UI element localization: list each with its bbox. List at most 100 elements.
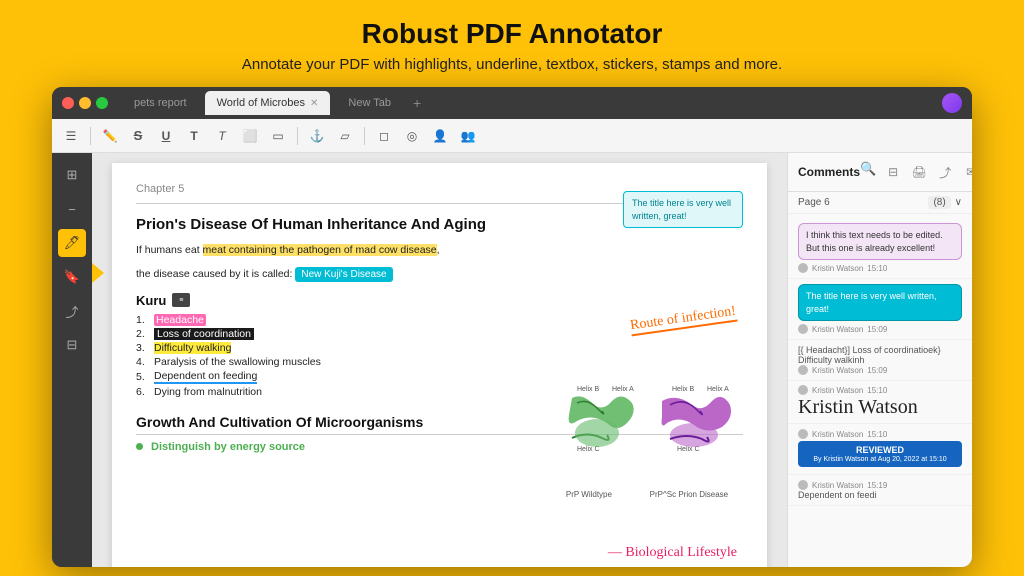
panel-icon4[interactable]: ✉ xyxy=(960,161,972,183)
close-button[interactable] xyxy=(62,97,74,109)
sidebar-pages-icon[interactable]: ⊞ xyxy=(58,161,86,189)
panel-icon3[interactable]: ⤴ xyxy=(934,161,956,183)
comments-header: Comments 🔍 ⊟ 🖨 ⤴ ✉ xyxy=(788,153,972,192)
toolbar-text2-icon[interactable]: T xyxy=(211,125,233,147)
comment-dep: Kristin Watson 15:19 Dependent on feedi xyxy=(788,475,972,506)
tab-close-icon[interactable]: ✕ xyxy=(310,98,318,109)
comment-text-3: [{ Headacht}] Loss of coordinatioek} Dif… xyxy=(798,345,962,365)
feeding-highlight: Dependent on feeding xyxy=(154,370,257,384)
chevron-icon[interactable]: ∨ xyxy=(955,197,962,208)
kuru-icon: ≡ xyxy=(172,293,190,307)
toolbar-list-icon[interactable]: ☰ xyxy=(60,125,82,147)
panel-icons: ⊟ 🖨 ⤴ ✉ xyxy=(882,161,972,183)
highlight-meat: meat containing the pathogen of mad cow … xyxy=(203,244,437,256)
caption-wildtype: PrP Wildtype xyxy=(566,490,612,499)
tab-new-tab[interactable]: New Tab xyxy=(336,91,403,115)
comment-meta-3: Kristin Watson 15:09 xyxy=(798,365,962,375)
sep1 xyxy=(90,127,91,145)
new-kuji-highlight: New Kuji's Disease xyxy=(295,267,392,282)
comment-reviewed: Kristin Watson 15:10 REVIEWED By Kristin… xyxy=(788,424,972,475)
toolbar-anchor-icon[interactable]: ⚓ xyxy=(306,125,328,147)
tab-label: World of Microbes xyxy=(217,97,305,109)
biological-annotation: — Biological Lifestyle xyxy=(608,545,737,561)
hero-title: Robust PDF Annotator xyxy=(362,18,663,50)
sep3 xyxy=(364,127,365,145)
tab-label: New Tab xyxy=(348,97,391,109)
comments-search-button[interactable]: 🔍 xyxy=(860,161,876,183)
comments-list[interactable]: I think this text needs to be edited. Bu… xyxy=(788,214,972,567)
page-indicator: Page 6 (8) ∨ xyxy=(788,192,972,214)
comment-meta-reviewed: Kristin Watson 15:10 xyxy=(798,429,962,439)
comment-meta-2: Kristin Watson 15:09 xyxy=(798,324,962,334)
pdf-body2: the disease caused by it is called: New … xyxy=(136,267,743,283)
toolbar-person-icon[interactable]: 👤 xyxy=(429,125,451,147)
app-window: pets report World of Microbes ✕ New Tab … xyxy=(52,87,972,567)
sidebar-bookmark-icon[interactable]: 🔖 xyxy=(58,263,86,291)
avatar-reviewed xyxy=(798,429,808,439)
toolbar-highlight-icon[interactable]: ◻ xyxy=(373,125,395,147)
headache-highlight: Headache xyxy=(154,314,206,326)
sidebar-minus-icon[interactable]: − xyxy=(58,195,86,223)
maximize-button[interactable] xyxy=(96,97,108,109)
textbox-annotation: The title here is very well written, gre… xyxy=(623,191,743,228)
page-label: Page 6 xyxy=(798,197,830,208)
tab-world-of-microbes[interactable]: World of Microbes ✕ xyxy=(205,91,331,115)
hero-subtitle: Annotate your PDF with highlights, under… xyxy=(242,56,782,73)
toolbar-shape-icon[interactable]: ▱ xyxy=(334,125,356,147)
user-avatar xyxy=(942,93,962,113)
panel-icon2[interactable]: 🖨 xyxy=(908,161,930,183)
toolbar-strikethrough-icon[interactable]: S xyxy=(127,125,149,147)
avatar-3 xyxy=(798,365,808,375)
distinguish-text: Distinguish by energy source xyxy=(151,441,305,453)
comment-count: (8) xyxy=(928,196,950,209)
reviewed-badge: REVIEWED By Kristin Watson at Aug 20, 20… xyxy=(798,441,962,467)
toolbar-circle-icon[interactable]: ◎ xyxy=(401,125,423,147)
avatar-sig xyxy=(798,385,808,395)
panel-icon1[interactable]: ⊟ xyxy=(882,161,904,183)
sep2 xyxy=(297,127,298,145)
toolbar-underline-icon[interactable]: U xyxy=(155,125,177,147)
comment-signature: Kristin Watson 15:10 Kristin Watson xyxy=(788,381,972,424)
list-item-4: 4. Paralysis of the swallowing muscles xyxy=(136,356,743,368)
toolbar-pencil-icon[interactable]: ✏️ xyxy=(99,125,121,147)
svg-text:Helix B: Helix B xyxy=(672,386,695,393)
new-tab-button[interactable]: + xyxy=(413,95,421,111)
comments-panel: Comments 🔍 ⊟ 🖨 ⤴ ✉ Page 6 (8) ∨ xyxy=(787,153,972,567)
left-sidebar: ⊞ − 🖊 🔖 ⤴ ⊟ xyxy=(52,153,92,567)
comment-meta-dep: Kristin Watson 15:19 xyxy=(798,480,962,490)
comments-title: Comments xyxy=(798,165,860,179)
pdf-page[interactable]: The title here is very well written, gre… xyxy=(92,153,787,567)
list-item-3: 3. Difficulty walking xyxy=(136,342,743,354)
comment-meta-sig: Kristin Watson 15:10 xyxy=(798,385,962,395)
sidebar-grid-icon[interactable]: ⊟ xyxy=(58,331,86,359)
sidebar-highlight-icon[interactable]: 🖊 xyxy=(58,229,86,257)
main-area: ⊞ − 🖊 🔖 ⤴ ⊟ The title here is very well … xyxy=(52,153,972,567)
section-title-kuru: Kuru ≡ xyxy=(136,293,743,308)
minimize-button[interactable] xyxy=(79,97,91,109)
tab-pets-report[interactable]: pets report xyxy=(122,91,199,115)
coordination-highlight: Loss of coordination xyxy=(154,328,254,340)
toolbar-text-icon[interactable]: T xyxy=(183,125,205,147)
traffic-lights xyxy=(62,97,108,109)
toolbar-person2-icon[interactable]: 👥 xyxy=(457,125,479,147)
titlebar: pets report World of Microbes ✕ New Tab … xyxy=(52,87,972,119)
page-content: The title here is very well written, gre… xyxy=(112,163,767,567)
svg-text:Helix A: Helix A xyxy=(612,386,634,393)
comment-item-1: I think this text needs to be edited. Bu… xyxy=(788,218,972,279)
svg-text:Helix C: Helix C xyxy=(577,446,600,453)
active-indicator xyxy=(92,263,104,283)
svg-text:Helix C: Helix C xyxy=(677,446,700,453)
toolbar-textbox-icon[interactable]: ⬜ xyxy=(239,125,261,147)
sidebar-share-icon[interactable]: ⤴ xyxy=(58,297,86,325)
avatar-dep xyxy=(798,480,808,490)
tab-label: pets report xyxy=(134,97,187,109)
sidebar-wrapper: ⊞ − 🖊 🔖 ⤴ ⊟ xyxy=(52,153,92,567)
comment-item-3: [{ Headacht}] Loss of coordinatioek} Dif… xyxy=(788,340,972,381)
toolbar-box-icon[interactable]: ▭ xyxy=(267,125,289,147)
caption-prion: PrP^Sc Prion Disease xyxy=(650,490,728,499)
svg-text:Helix B: Helix B xyxy=(577,386,600,393)
walking-highlight: Difficulty walking xyxy=(154,342,231,354)
svg-text:Helix A: Helix A xyxy=(707,386,729,393)
dep-comment-text: Dependent on feedi xyxy=(798,490,962,500)
avatar-1 xyxy=(798,263,808,273)
